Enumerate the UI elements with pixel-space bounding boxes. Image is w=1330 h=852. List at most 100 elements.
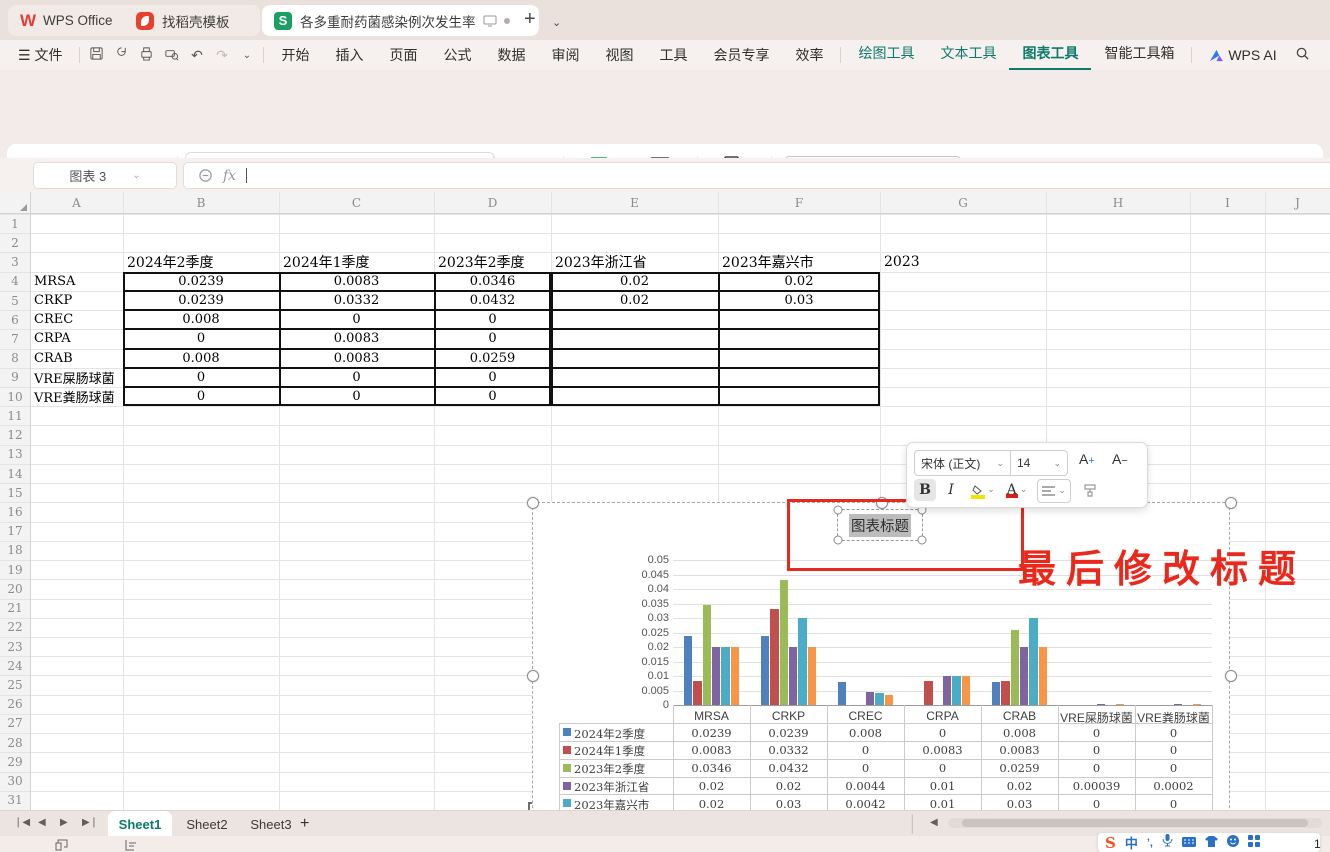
row-header-15[interactable]: 15 (0, 483, 30, 502)
fx-icon[interactable]: fx (223, 168, 236, 184)
redo-icon[interactable]: ↷ (209, 47, 234, 64)
row-header-7[interactable]: 7 (0, 329, 30, 348)
font-family-select[interactable]: 宋体 (正文)⌄ (915, 451, 1011, 475)
column-header-G[interactable]: G (880, 192, 1046, 214)
row-header-13[interactable]: 13 (0, 445, 30, 464)
menu-item-工具[interactable]: 工具 (646, 41, 700, 70)
row-header-27[interactable]: 27 (0, 714, 30, 733)
row-header-21[interactable]: 21 (0, 599, 30, 618)
row-header-31[interactable]: 31 (0, 791, 30, 810)
add-sheet-button[interactable]: + (300, 815, 309, 833)
column-header-H[interactable]: H (1046, 192, 1190, 214)
cell-rowlabel-CRAB[interactable]: CRAB (34, 349, 122, 368)
ime-toolbox-icon[interactable] (1248, 834, 1260, 852)
cell-header-2023年嘉兴市[interactable]: 2023年嘉兴市 (722, 252, 878, 271)
row-header-8[interactable]: 8 (0, 349, 30, 368)
row-header-9[interactable]: 9 (0, 368, 30, 387)
horizontal-scrollbar-thumb[interactable] (962, 819, 1308, 827)
row-header-16[interactable]: 16 (0, 502, 30, 521)
menu-item-公式[interactable]: 公式 (430, 41, 484, 70)
export-icon[interactable] (109, 46, 134, 64)
chart-selection-handle[interactable] (1225, 497, 1237, 509)
ime-emoji-icon[interactable] (1227, 834, 1239, 852)
cell-header-2023年浙江省[interactable]: 2023年浙江省 (555, 252, 716, 271)
menu-item-审阅[interactable]: 审阅 (538, 41, 592, 70)
menu-item-智能工具箱[interactable]: 智能工具箱 (1091, 39, 1187, 71)
namebox-chevron-icon[interactable]: ⌄ (132, 170, 140, 181)
cell-header-2023[interactable]: 2023 (884, 252, 1044, 271)
qat-chevron-icon[interactable]: ⌄ (234, 50, 259, 61)
name-box[interactable]: 图表 3⌄ (33, 162, 177, 189)
wps-ai-button[interactable]: WPS AI (1196, 41, 1289, 70)
row-header-23[interactable]: 23 (0, 637, 30, 656)
row-header-2[interactable]: 2 (0, 233, 30, 252)
status-outline-icon[interactable] (125, 838, 138, 852)
row-header-17[interactable]: 17 (0, 522, 30, 541)
grid-corner-cell[interactable] (0, 192, 30, 214)
row-header-11[interactable]: 11 (0, 406, 30, 425)
row-header-20[interactable]: 20 (0, 579, 30, 598)
ime-keyboard-icon[interactable] (1182, 834, 1196, 852)
ime-punct-icon[interactable]: ’, (1147, 837, 1153, 849)
column-header-F[interactable]: F (718, 192, 880, 214)
row-header-26[interactable]: 26 (0, 695, 30, 714)
format-painter-icon[interactable] (1079, 479, 1101, 501)
menu-item-文本工具[interactable]: 文本工具 (927, 39, 1009, 71)
chart-selection-handle[interactable] (527, 670, 539, 682)
spreadsheet-grid[interactable]: 图表标题 0.050.0450.040.0350.030.0250.020.01… (0, 192, 1330, 810)
row-header-5[interactable]: 5 (0, 291, 30, 310)
menu-item-图表工具[interactable]: 图表工具 (1009, 39, 1091, 71)
last-sheet-icon[interactable]: ▶❘ (82, 817, 98, 828)
row-header-24[interactable]: 24 (0, 656, 30, 675)
menu-item-绘图工具[interactable]: 绘图工具 (845, 39, 927, 71)
row-header-3[interactable]: 3 (0, 252, 30, 271)
menu-item-页面[interactable]: 页面 (376, 41, 430, 70)
column-header-A[interactable]: A (30, 192, 123, 214)
cell-rowlabel-CREC[interactable]: CREC (34, 310, 122, 329)
font-color-button[interactable]: A ⌄ (1002, 479, 1032, 501)
search-icon[interactable] (1290, 46, 1315, 64)
row-header-29[interactable]: 29 (0, 752, 30, 771)
font-size-select[interactable]: 14⌄ (1011, 456, 1067, 470)
row-header-22[interactable]: 22 (0, 618, 30, 637)
sheet-tab-Sheet3[interactable]: Sheet3 (242, 811, 300, 837)
file-menu[interactable]: ☰ 文件 (0, 41, 75, 70)
cell-rowlabel-VRE屎肠球菌[interactable]: VRE屎肠球菌 (34, 368, 122, 387)
row-header-18[interactable]: 18 (0, 541, 30, 560)
cell-rowlabel-CRPA[interactable]: CRPA (34, 329, 122, 348)
undo-icon[interactable]: ↶ (184, 47, 209, 64)
row-header-14[interactable]: 14 (0, 464, 30, 483)
new-tab-button[interactable]: + (524, 8, 536, 31)
row-header-4[interactable]: 4 (0, 272, 30, 291)
cell-rowlabel-VRE粪肠球菌[interactable]: VRE粪肠球菌 (34, 387, 122, 406)
column-header-D[interactable]: D (434, 192, 551, 214)
bold-button[interactable]: B (914, 479, 936, 501)
status-mode-icon[interactable] (55, 838, 68, 852)
menu-item-视图[interactable]: 视图 (592, 41, 646, 70)
horizontal-scrollbar[interactable] (948, 818, 1322, 828)
collapse-icon[interactable] (198, 168, 213, 183)
scroll-left-icon[interactable]: ◀ (930, 817, 938, 828)
save-icon[interactable] (84, 46, 109, 64)
ime-skin-icon[interactable] (1205, 834, 1218, 852)
ime-toolbar[interactable]: S 中 ’, (1098, 833, 1320, 852)
prev-sheet-icon[interactable]: ◀ (38, 817, 46, 828)
sheet-tab-Sheet2[interactable]: Sheet2 (176, 811, 238, 837)
row-header-30[interactable]: 30 (0, 772, 30, 791)
ime-mic-icon[interactable] (1162, 834, 1173, 852)
fill-color-button[interactable]: ⌄ (968, 479, 998, 501)
formula-input[interactable]: fx (183, 162, 1330, 189)
cell-rowlabel-CRKP[interactable]: CRKP (34, 291, 122, 310)
cell-rowlabel-MRSA[interactable]: MRSA (34, 272, 122, 291)
chart-selection-handle[interactable] (527, 497, 539, 509)
row-header-25[interactable]: 25 (0, 675, 30, 694)
sogou-logo-icon[interactable]: S (1105, 834, 1116, 852)
menu-item-插入[interactable]: 插入 (322, 41, 376, 70)
row-header-1[interactable]: 1 (0, 214, 30, 233)
column-header-B[interactable]: B (123, 192, 279, 214)
row-header-12[interactable]: 12 (0, 425, 30, 444)
sheet-tab-Sheet1[interactable]: Sheet1 (108, 811, 172, 837)
row-header-6[interactable]: 6 (0, 310, 30, 329)
menu-item-效率[interactable]: 效率 (782, 41, 836, 70)
first-sheet-icon[interactable]: ❘◀ (14, 817, 30, 828)
